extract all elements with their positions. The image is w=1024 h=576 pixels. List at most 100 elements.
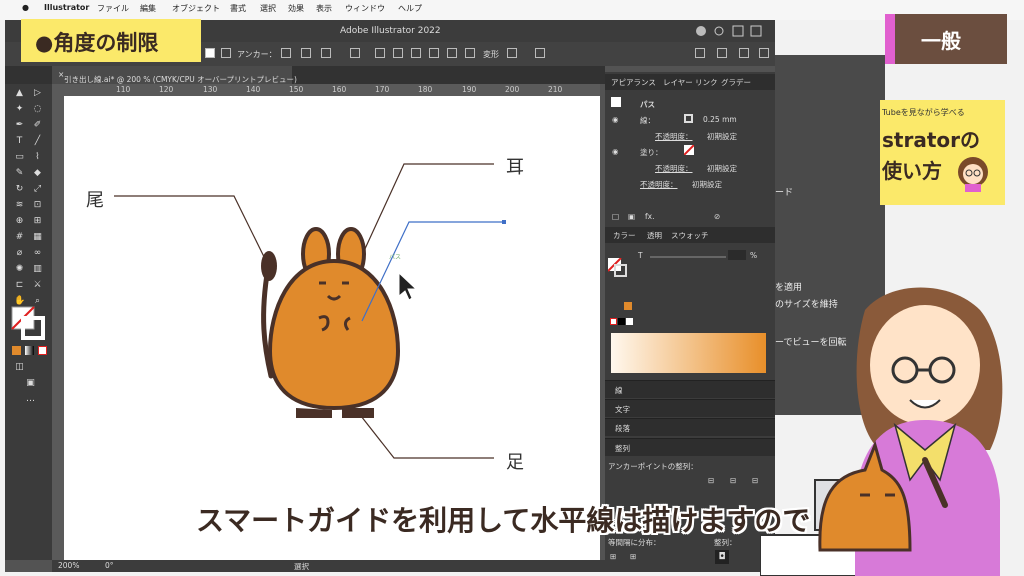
- align-left-icon[interactable]: [375, 48, 385, 58]
- fx-icon[interactable]: fx.: [645, 212, 654, 221]
- more-tools-icon[interactable]: …: [25, 394, 36, 404]
- mesh-tool-icon[interactable]: #: [14, 232, 25, 242]
- shaper-tool-icon[interactable]: ✎: [14, 168, 25, 178]
- menu-help[interactable]: ヘルプ: [398, 3, 422, 14]
- draw-mode-icon[interactable]: ◫: [14, 362, 25, 372]
- none-swatch[interactable]: [610, 318, 617, 325]
- free-transform-icon[interactable]: ⊡: [32, 200, 43, 210]
- remove-anchor-icon[interactable]: [350, 48, 360, 58]
- handle-auto-icon[interactable]: [321, 48, 331, 58]
- width-tool-icon[interactable]: ≋: [14, 200, 25, 210]
- white-swatch[interactable]: [626, 318, 633, 325]
- fill-stroke-swatch-icon[interactable]: [11, 306, 45, 340]
- direct-selection-tool-icon[interactable]: ▷: [32, 88, 43, 98]
- tab-links[interactable]: リンク: [695, 77, 718, 88]
- tab-color[interactable]: カラー: [613, 230, 636, 241]
- stroke-panel-header[interactable]: 線: [605, 380, 775, 398]
- stroke-row-label[interactable]: 線：: [640, 115, 655, 126]
- visibility-eye-icon[interactable]: ◉: [612, 115, 619, 124]
- align-center-icon[interactable]: [393, 48, 403, 58]
- rectangle-tool-icon[interactable]: ▭: [14, 152, 25, 162]
- align-right-icon[interactable]: [411, 48, 421, 58]
- menu-object[interactable]: オブジェクト: [172, 3, 220, 14]
- slice-tool-icon[interactable]: ⚔: [32, 280, 43, 290]
- none-mode-icon[interactable]: [38, 346, 47, 355]
- lasso-icon[interactable]: ◌: [32, 104, 43, 114]
- anchor-point[interactable]: [502, 220, 506, 224]
- distribute-v-icon[interactable]: ⊞: [610, 552, 616, 561]
- distribute-h-icon[interactable]: ⊞: [630, 552, 636, 561]
- artboard-canvas[interactable]: パス 尾 耳 足: [64, 96, 600, 560]
- fill-opacity-label[interactable]: 不透明度：: [655, 163, 693, 174]
- vertical-ruler[interactable]: [52, 96, 64, 560]
- document-tab[interactable]: × 引き出し線.ai* @ 200 % (CMYK/CPU オーバープリントプレ…: [52, 66, 297, 84]
- transform-label[interactable]: 変形: [483, 49, 499, 60]
- eyedropper-icon[interactable]: ⌀: [14, 248, 25, 258]
- anchor-align-center-icon[interactable]: ⊟: [730, 476, 736, 485]
- convert-anchor-icon[interactable]: [281, 48, 291, 58]
- rotate-tool-icon[interactable]: ↻: [14, 184, 25, 194]
- add-stroke-icon[interactable]: □: [612, 212, 619, 221]
- align-panel-header[interactable]: 整列: [605, 438, 775, 456]
- type-tool-icon[interactable]: T: [14, 136, 25, 146]
- panel-icon-3[interactable]: [739, 48, 749, 58]
- pen-tool-icon[interactable]: ✒: [14, 120, 25, 130]
- gradient-tool-icon[interactable]: ▦: [32, 232, 43, 242]
- anchor-align-right-icon[interactable]: ⊟: [752, 476, 758, 485]
- tint-input[interactable]: [728, 250, 746, 260]
- tab-gradient[interactable]: グラデー: [721, 77, 751, 88]
- menu-view[interactable]: 表示: [316, 3, 332, 14]
- handle-icon[interactable]: [301, 48, 311, 58]
- tab-appearance[interactable]: アピアランス: [611, 77, 656, 88]
- screen-mode-icon[interactable]: ▣: [25, 378, 36, 388]
- black-swatch[interactable]: [618, 318, 625, 325]
- object-opacity-label[interactable]: 不透明度：: [640, 179, 678, 190]
- paragraph-panel-header[interactable]: 段落: [605, 418, 775, 436]
- visibility-eye-icon[interactable]: ◉: [612, 147, 619, 156]
- brush-tool-icon[interactable]: ⌇: [32, 152, 43, 162]
- stroke-weight[interactable]: 0.25 mm: [703, 115, 737, 124]
- graph-tool-icon[interactable]: ▥: [32, 264, 43, 274]
- isolate-icon[interactable]: [507, 48, 517, 58]
- selection-tool-icon[interactable]: ▲: [14, 88, 25, 98]
- character-panel-header[interactable]: 文字: [605, 399, 775, 417]
- gradient-mode-icon[interactable]: [25, 346, 34, 355]
- align-bottom-icon[interactable]: [465, 48, 475, 58]
- apple-icon[interactable]: ●: [22, 3, 29, 12]
- scale-tool-icon[interactable]: ⤢: [32, 184, 43, 194]
- shape-builder-icon[interactable]: ⊕: [14, 216, 25, 226]
- eraser-tool-icon[interactable]: ◆: [32, 168, 43, 178]
- tab-swatches[interactable]: スウォッチ: [671, 230, 709, 241]
- color-mode-icon[interactable]: [12, 346, 21, 355]
- stroke-swatch-icon[interactable]: [221, 48, 231, 58]
- fill-none-icon[interactable]: [684, 145, 694, 155]
- tab-layers[interactable]: レイヤー: [663, 77, 693, 88]
- perspective-icon[interactable]: ⊞: [32, 216, 43, 226]
- clear-appearance-icon[interactable]: ⊘: [714, 212, 720, 221]
- fill-row-label[interactable]: 塗り：: [640, 147, 663, 158]
- curvature-tool-icon[interactable]: ✐: [32, 120, 43, 130]
- color-spectrum[interactable]: [611, 333, 766, 373]
- align-to-key-icon[interactable]: ◘: [715, 550, 729, 564]
- fill-swatch-icon[interactable]: [205, 48, 215, 58]
- horizontal-ruler[interactable]: 110 120 130 140 150 160 170 180 190 200 …: [52, 84, 600, 96]
- tint-slider[interactable]: [650, 256, 726, 258]
- artboard-tool-icon[interactable]: ⊏: [14, 280, 25, 290]
- panel-menu-icon[interactable]: [759, 48, 769, 58]
- align-middle-icon[interactable]: [447, 48, 457, 58]
- panel-icon-1[interactable]: [695, 48, 705, 58]
- menu-effect[interactable]: 効果: [288, 3, 304, 14]
- magic-wand-icon[interactable]: ✦: [14, 104, 25, 114]
- blend-tool-icon[interactable]: ∞: [32, 248, 43, 258]
- rotation-angle[interactable]: 0°: [105, 561, 114, 570]
- stroke-swatch[interactable]: [684, 114, 693, 123]
- line-tool-icon[interactable]: ╱: [32, 136, 43, 146]
- add-fill-icon[interactable]: ▣: [628, 212, 635, 221]
- menu-select[interactable]: 選択: [260, 3, 276, 14]
- zoom-level[interactable]: 200%: [58, 561, 79, 570]
- menu-window[interactable]: ウィンドウ: [345, 3, 385, 14]
- tab-transparency[interactable]: 透明: [647, 230, 662, 241]
- symbol-sprayer-icon[interactable]: ✺: [14, 264, 25, 274]
- last-color-swatch[interactable]: [624, 302, 632, 310]
- panel-icon-2[interactable]: [717, 48, 727, 58]
